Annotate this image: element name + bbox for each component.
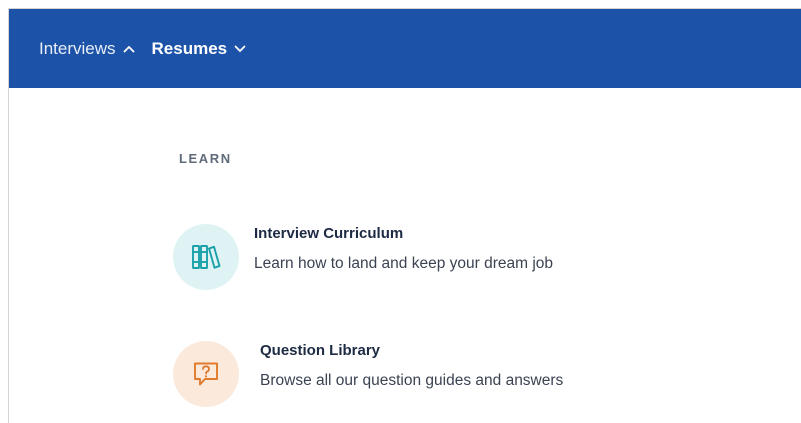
question-bubble-icon xyxy=(194,362,218,386)
question-library-description: Browse all our question guides and answe… xyxy=(260,372,564,389)
menu-item-interview-curriculum[interactable]: Interview Curriculum Learn how to land a… xyxy=(173,222,554,290)
page-frame: Interviews Resumes LEARN Interview Curri… xyxy=(8,8,801,423)
section-heading-learn: LEARN xyxy=(179,151,232,166)
interview-curriculum-title: Interview Curriculum xyxy=(254,225,404,242)
books-icon-badge xyxy=(173,224,239,290)
chevron-up-icon xyxy=(123,45,135,53)
question-library-title: Question Library xyxy=(260,342,381,359)
question-bubble-icon-badge xyxy=(173,341,239,407)
top-navigation-bar: Interviews Resumes xyxy=(9,9,801,88)
interview-curriculum-description: Learn how to land and keep your dream jo… xyxy=(254,255,554,272)
nav-resumes[interactable]: Resumes xyxy=(152,39,247,59)
nav-resumes-label: Resumes xyxy=(151,38,228,58)
books-icon xyxy=(192,245,221,269)
menu-item-question-library[interactable]: Question Library Browse all our question… xyxy=(173,339,564,407)
nav-interviews-label: Interviews xyxy=(39,38,116,58)
nav-interviews[interactable]: Interviews xyxy=(39,39,135,59)
chevron-down-icon xyxy=(234,45,246,53)
